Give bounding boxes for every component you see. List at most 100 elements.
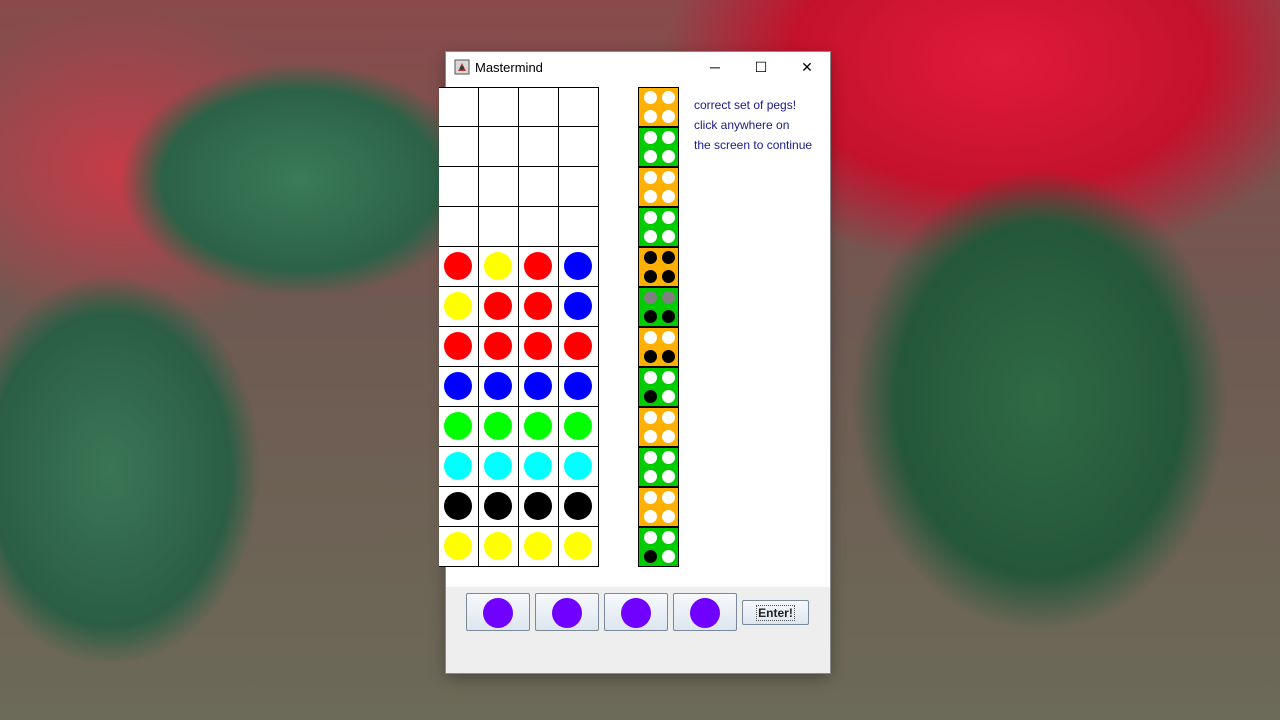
feedback-peg-white [662, 550, 675, 563]
board-cell[interactable] [559, 247, 599, 287]
board-cell[interactable] [439, 127, 479, 167]
board-cell[interactable] [519, 287, 559, 327]
board-cell[interactable] [519, 127, 559, 167]
game-area[interactable]: correct set of pegs! click anywhere on t… [439, 82, 830, 587]
board-cell[interactable] [559, 447, 599, 487]
feedback-peg-gray [662, 291, 675, 304]
choice-peg-purple [483, 598, 513, 628]
board-cell[interactable] [519, 327, 559, 367]
board-cell[interactable] [439, 167, 479, 207]
feedback-peg-white [662, 171, 675, 184]
maximize-icon: ☐ [754, 58, 768, 75]
board-cell[interactable] [519, 527, 559, 567]
feedback-peg-white [662, 430, 675, 443]
board-cell[interactable] [559, 407, 599, 447]
board-cell[interactable] [439, 447, 479, 487]
board-cell[interactable] [559, 287, 599, 327]
feedback-peg-black [662, 270, 675, 283]
color-choice-button[interactable] [466, 593, 530, 631]
feedback-row [638, 167, 679, 207]
guess-board[interactable] [439, 87, 599, 568]
feedback-row [638, 367, 679, 407]
feedback-peg-black [644, 251, 657, 264]
feedback-peg-black [644, 270, 657, 283]
board-cell[interactable] [519, 447, 559, 487]
feedback-peg-black [644, 310, 657, 323]
board-cell[interactable] [479, 167, 519, 207]
peg-red [524, 252, 552, 280]
board-cell[interactable] [519, 487, 559, 527]
choice-peg-purple [690, 598, 720, 628]
board-cell[interactable] [439, 407, 479, 447]
feedback-peg-white [644, 491, 657, 504]
board-cell[interactable] [519, 367, 559, 407]
board-cell[interactable] [439, 487, 479, 527]
board-cell[interactable] [559, 127, 599, 167]
board-cell[interactable] [479, 247, 519, 287]
board-cell[interactable] [559, 87, 599, 127]
peg-black [484, 492, 512, 520]
feedback-row [638, 407, 679, 447]
color-choice-button[interactable] [673, 593, 737, 631]
feedback-peg-white [662, 110, 675, 123]
peg-black [444, 492, 472, 520]
board-cell[interactable] [479, 207, 519, 247]
board-cell[interactable] [439, 367, 479, 407]
board-cell[interactable] [559, 207, 599, 247]
board-cell[interactable] [519, 207, 559, 247]
peg-cyan [524, 452, 552, 480]
feedback-peg-white [662, 331, 675, 344]
board-cell[interactable] [479, 367, 519, 407]
board-cell[interactable] [439, 247, 479, 287]
feedback-peg-black [644, 390, 657, 403]
board-cell[interactable] [559, 367, 599, 407]
enter-button[interactable]: Enter! [742, 600, 809, 625]
peg-yellow [524, 532, 552, 560]
minimize-button[interactable]: ─ [692, 52, 738, 82]
peg-black [524, 492, 552, 520]
feedback-peg-black [662, 251, 675, 264]
status-line-3: the screen to continue [694, 138, 813, 152]
peg-yellow [484, 252, 512, 280]
peg-blue [564, 292, 592, 320]
board-cell[interactable] [559, 527, 599, 567]
feedback-peg-white [644, 171, 657, 184]
peg-red [524, 292, 552, 320]
board-cell[interactable] [479, 287, 519, 327]
peg-red [444, 252, 472, 280]
board-cell[interactable] [479, 327, 519, 367]
color-choice-button[interactable] [604, 593, 668, 631]
board-cell[interactable] [479, 527, 519, 567]
board-cell[interactable] [519, 167, 559, 207]
board-cell[interactable] [439, 527, 479, 567]
board-cell[interactable] [519, 407, 559, 447]
feedback-peg-white [662, 211, 675, 224]
board-cell[interactable] [439, 327, 479, 367]
board-cell[interactable] [479, 487, 519, 527]
peg-green [524, 412, 552, 440]
board-cell[interactable] [519, 247, 559, 287]
board-cell[interactable] [479, 87, 519, 127]
board-cell[interactable] [559, 167, 599, 207]
feedback-peg-white [662, 230, 675, 243]
choice-peg-purple [621, 598, 651, 628]
close-button[interactable]: ✕ [784, 52, 830, 82]
title-bar[interactable]: Mastermind ─ ☐ ✕ [446, 52, 830, 82]
board-cell[interactable] [439, 287, 479, 327]
board-cell[interactable] [519, 87, 559, 127]
feedback-peg-white [644, 131, 657, 144]
color-choice-button[interactable] [535, 593, 599, 631]
board-cell[interactable] [559, 327, 599, 367]
board-cell[interactable] [439, 207, 479, 247]
board-cell[interactable] [439, 87, 479, 127]
maximize-button[interactable]: ☐ [738, 52, 784, 82]
board-cell[interactable] [479, 407, 519, 447]
board-cell[interactable] [559, 487, 599, 527]
feedback-peg-white [662, 411, 675, 424]
controls-panel: Enter! [446, 587, 830, 673]
peg-cyan [444, 452, 472, 480]
feedback-peg-white [644, 430, 657, 443]
board-cell[interactable] [479, 127, 519, 167]
feedback-row [638, 527, 679, 567]
board-cell[interactable] [479, 447, 519, 487]
